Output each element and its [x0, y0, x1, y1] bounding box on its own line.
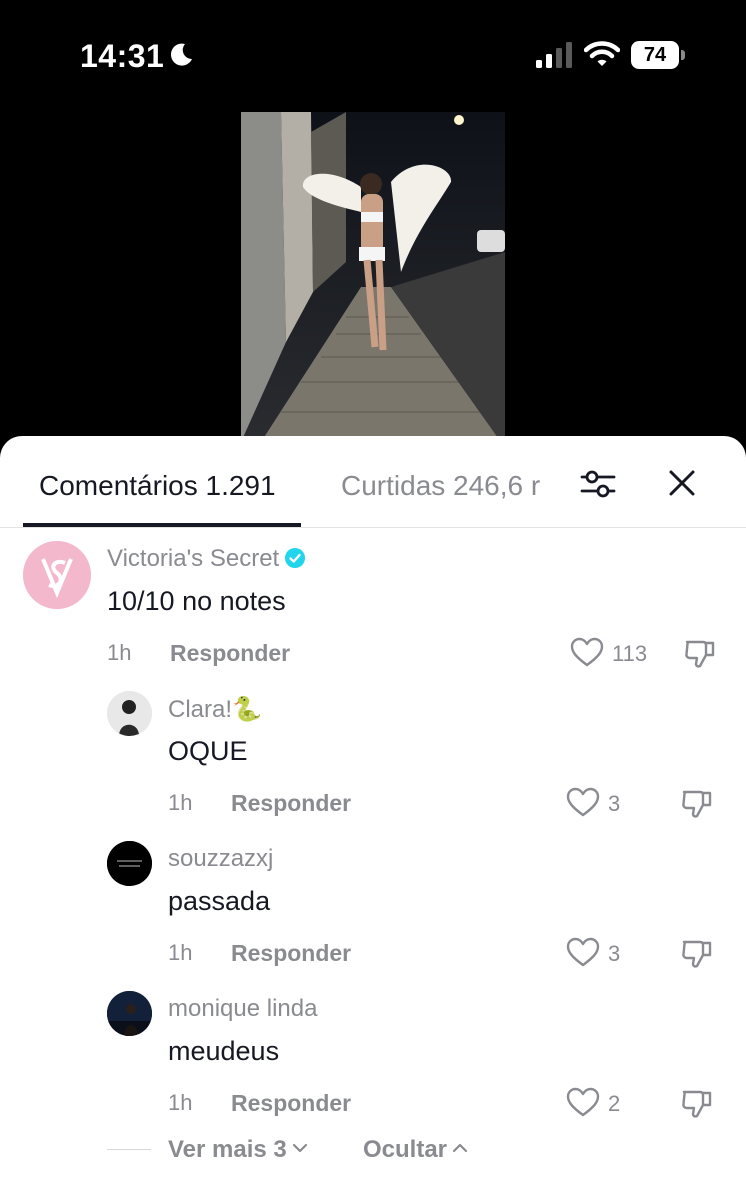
avatar[interactable] [107, 691, 152, 736]
like-count: 3 [608, 941, 621, 966]
view-more-replies-button[interactable]: Ver mais 3 [168, 1136, 309, 1164]
view-more-label: Ver mais 3 [168, 1136, 287, 1163]
status-time: 14:31 [80, 38, 165, 74]
dislike-icon[interactable] [683, 636, 717, 670]
hide-replies-button[interactable]: Ocultar [363, 1136, 469, 1164]
status-bar: 14:31 74 [0, 0, 746, 110]
video-frame-image [241, 112, 505, 442]
comment-time: 1h [168, 1090, 193, 1115]
avatar[interactable] [107, 841, 152, 886]
chevron-down-icon [292, 1143, 307, 1153]
wifi-icon [584, 41, 620, 66]
comment-username[interactable]: Victoria's Secret [107, 545, 306, 573]
reply-button[interactable]: Responder [231, 790, 351, 817]
heart-icon[interactable] [566, 937, 600, 967]
verified-badge-icon [285, 548, 306, 568]
comment-time: 1h [107, 640, 132, 665]
comment-text: 10/10 no notes [107, 586, 286, 616]
reply-button[interactable]: Responder [170, 640, 290, 667]
comment-username[interactable]: Clara!🐍 [168, 695, 262, 724]
dislike-icon[interactable] [680, 786, 714, 820]
filter-icon[interactable] [580, 466, 616, 502]
profile-photo [107, 841, 152, 886]
avatar[interactable] [23, 541, 91, 609]
like-count: 113 [612, 641, 648, 666]
active-tab-indicator [23, 523, 301, 527]
reply-button[interactable]: Responder [231, 940, 351, 967]
comment-username[interactable]: monique linda [168, 995, 317, 1023]
close-icon[interactable] [665, 466, 699, 500]
chevron-up-icon [452, 1143, 468, 1153]
like-count: 3 [608, 791, 621, 816]
victorias-secret-logo-icon [23, 541, 91, 609]
tab-likes[interactable]: Curtidas 246,6 r [341, 470, 557, 502]
battery-indicator: 74 [631, 41, 685, 69]
moon-icon [170, 43, 192, 66]
heart-icon[interactable] [566, 787, 600, 817]
tab-comments[interactable]: Comentários 1.291 [39, 470, 276, 502]
battery-nub [681, 50, 685, 60]
video-preview[interactable] [241, 112, 505, 442]
comment-time: 1h [168, 790, 193, 815]
heart-icon[interactable] [570, 637, 604, 667]
hide-label: Ocultar [363, 1136, 448, 1163]
username-text: Victoria's Secret [107, 545, 280, 572]
like-count: 2 [608, 1091, 621, 1116]
dislike-icon[interactable] [680, 1086, 714, 1120]
comment-username[interactable]: souzzazxj [168, 845, 273, 873]
comments-sheet: Comentários 1.291 Curtidas 246,6 r Victo… [0, 436, 746, 1199]
sheet-tab-bar: Comentários 1.291 Curtidas 246,6 r [0, 436, 746, 528]
comment-text: passada [168, 886, 271, 916]
profile-photo [107, 691, 152, 736]
cellular-signal-icon [536, 42, 572, 68]
replies-divider [107, 1149, 151, 1150]
heart-icon[interactable] [566, 1087, 600, 1117]
comment-text: meudeus [168, 1036, 280, 1066]
comment-time: 1h [168, 940, 193, 965]
profile-photo [107, 991, 152, 1036]
avatar[interactable] [107, 991, 152, 1036]
dislike-icon[interactable] [680, 936, 714, 970]
battery-level: 74 [631, 41, 679, 69]
reply-button[interactable]: Responder [231, 1090, 351, 1117]
comment-text: OQUE [168, 736, 248, 766]
